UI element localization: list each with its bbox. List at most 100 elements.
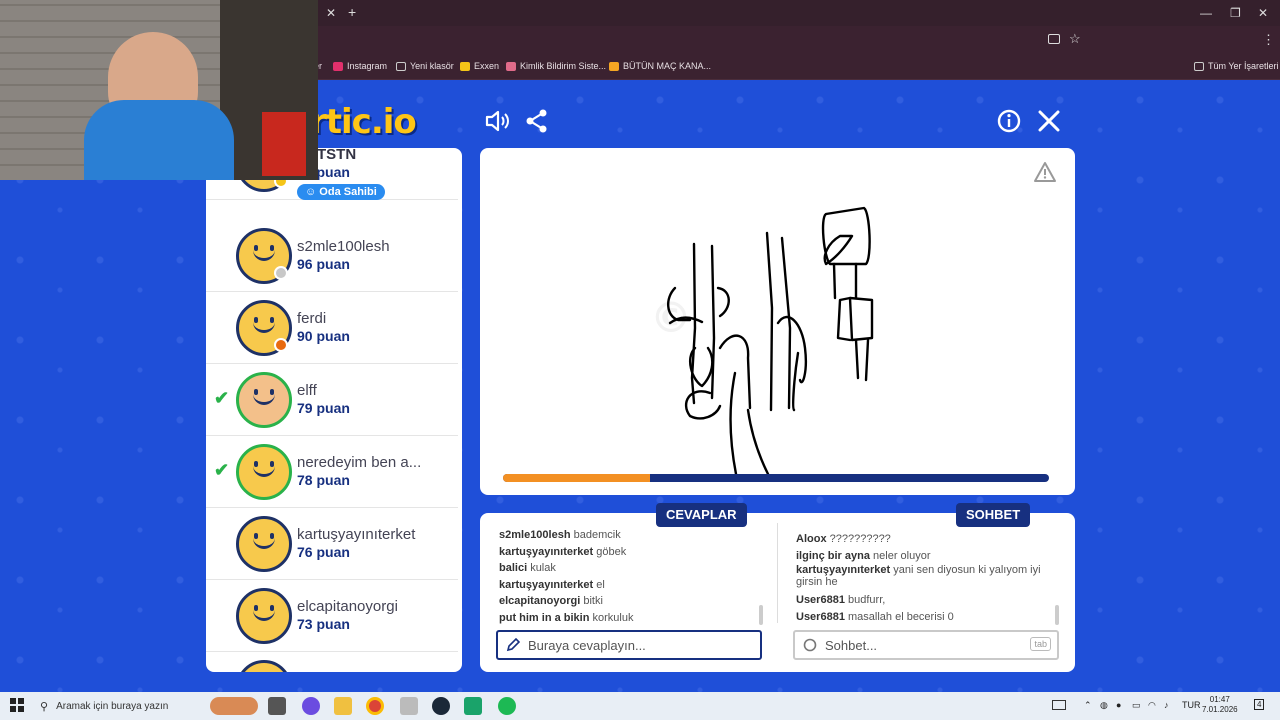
answers-list: s2mle100lesh bademcik kartuşyayınıterket… — [499, 527, 769, 626]
player-row[interactable] — [206, 652, 458, 672]
taskbar-search[interactable]: ⚲ Aramak için buraya yazın — [34, 694, 206, 718]
spotify-icon[interactable] — [498, 697, 516, 715]
bookmark-item-folder[interactable]: Yeni klasör — [396, 61, 454, 71]
player-row[interactable]: kartuşyayınıterket 76 puan — [206, 508, 458, 580]
notification-icon[interactable]: 4 — [1254, 699, 1265, 710]
player-name: kartuşyayınıterket — [297, 526, 416, 543]
player-score: 96 puan — [297, 256, 350, 272]
player-name: s2mle100lesh — [297, 238, 390, 255]
user-drawing — [667, 206, 874, 476]
chat-bubble-icon — [803, 638, 817, 652]
tray-icon[interactable] — [1052, 700, 1066, 710]
bookmark-label: Instagram — [347, 61, 388, 71]
player-row[interactable]: elcapitanoyorgi 73 puan — [206, 580, 458, 652]
player-score: 90 puan — [297, 328, 350, 344]
copilot-icon[interactable] — [302, 697, 320, 715]
drawing-canvas: © — [480, 148, 1075, 495]
tab-answers[interactable]: CEVAPLAR — [656, 503, 747, 527]
flag — [262, 112, 306, 176]
clock-date: 7.01.2026 — [1202, 705, 1238, 714]
new-tab-icon[interactable]: + — [348, 4, 356, 20]
answer-user: balici — [499, 562, 528, 574]
bookmark-item-exxen[interactable]: Exxen — [460, 61, 499, 71]
mic-icon[interactable]: ● — [1116, 700, 1121, 710]
share-icon[interactable] — [524, 108, 550, 134]
steam-icon[interactable] — [432, 697, 450, 715]
search-icon: ⚲ — [40, 700, 49, 713]
instagram-icon — [333, 61, 343, 71]
answer-text: bademcik — [573, 529, 621, 541]
answers-chat-panel: CEVAPLAR SOHBET s2mle100lesh bademcik ka… — [480, 503, 1075, 672]
battery-icon[interactable]: ▭ — [1132, 700, 1141, 711]
taskbar: ⚲ Aramak için buraya yazın ⌃ ◍ ● ▭ ◠ ♪ T… — [0, 692, 1280, 720]
pencil-icon — [506, 638, 520, 652]
bookmark-item-kimlik[interactable]: Kimlik Bildirim Siste... — [506, 61, 606, 71]
player-name: ferdi — [297, 310, 327, 327]
minimize-icon[interactable]: — — [1200, 6, 1212, 20]
answers-scrollbar[interactable] — [759, 605, 763, 625]
player-name: elcapitanoyorgi — [297, 598, 398, 615]
player-row[interactable]: ✔ elff 79 puan — [206, 364, 458, 436]
pen-icon — [506, 61, 516, 71]
volume-icon[interactable]: ♪ — [1164, 700, 1169, 710]
list-item: kartuşyayınıterket el — [499, 577, 769, 594]
widget-icon[interactable] — [210, 697, 258, 715]
answer-placeholder: Buraya cevaplayın... — [528, 637, 646, 653]
window-close-icon[interactable]: ✕ — [1258, 6, 1268, 20]
network-icon[interactable]: ◠ — [1148, 700, 1156, 711]
chat-text: neler oluyor — [873, 549, 931, 562]
round-timer-fill — [503, 474, 651, 482]
player-name: neredeyim ben a... — [297, 454, 422, 471]
chat-scrollbar[interactable] — [1055, 605, 1059, 625]
list-item: balici kulak — [499, 560, 769, 577]
bookmark-label: Exxen — [474, 61, 500, 71]
list-item: put him in a bikin korkuluk — [499, 610, 769, 627]
bookmark-star-icon[interactable]: ☆ — [1069, 31, 1081, 47]
round-timer-bar — [503, 474, 1049, 482]
answer-input[interactable]: Buraya cevaplayın... — [496, 630, 762, 660]
clock[interactable]: 01:47 7.01.2026 — [1202, 695, 1238, 715]
tab-chat[interactable]: SOHBET — [956, 503, 1031, 527]
bookmark-item-mac[interactable]: BÜTÜN MAÇ KANA... — [609, 61, 711, 71]
tray-chevron-icon[interactable]: ⌃ — [1084, 700, 1092, 711]
windows-start-icon[interactable] — [10, 698, 24, 712]
chat-text: masallah el becerisi 0 — [848, 610, 954, 623]
player-row[interactable]: s2mle100lesh 96 puan — [206, 220, 458, 292]
list-item: kartuşyayınıterket yani sen diyosun ki y… — [796, 564, 1056, 588]
install-icon[interactable] — [1048, 34, 1060, 44]
chrome-icon[interactable] — [366, 697, 384, 715]
bookmark-label: BÜTÜN MAÇ KANA... — [623, 61, 712, 71]
player-row[interactable]: ✔ neredeyim ben a... 78 puan — [206, 436, 458, 508]
owner-badge-label: Oda Sahibi — [319, 186, 377, 198]
close-icon[interactable] — [1036, 108, 1062, 134]
restore-icon[interactable]: ❐ — [1230, 6, 1241, 20]
chat-user: kartuşyayınıterket — [796, 564, 891, 576]
file-explorer-icon[interactable] — [334, 697, 352, 715]
answer-user: kartuşyayınıterket — [499, 578, 594, 591]
tray-icon[interactable]: ◍ — [1100, 700, 1108, 711]
menu-icon[interactable]: ⋮ — [1262, 32, 1275, 48]
list-item: elcapitanoyorgi bitki — [499, 593, 769, 610]
player-list: ZNTSTN 99 puan ☺ Oda Sahibi s2mle100lesh… — [206, 148, 462, 672]
info-icon[interactable] — [996, 108, 1022, 134]
player-row[interactable]: ferdi 90 puan — [206, 292, 458, 364]
answer-user: s2mle100lesh — [499, 529, 571, 541]
avatar — [236, 372, 292, 428]
player-score: 79 puan — [297, 400, 350, 416]
webcam-overlay — [0, 0, 318, 180]
list-item: kartuşyayınıterket göbek — [499, 544, 769, 561]
clock-time: 01:47 — [1209, 695, 1230, 704]
chat-input[interactable]: Sohbet... tab — [793, 630, 1059, 660]
answer-user: kartuşyayınıterket — [499, 545, 594, 558]
app-icon[interactable] — [400, 697, 418, 715]
task-view-icon[interactable] — [268, 697, 286, 715]
language-indicator[interactable]: TUR — [1182, 700, 1201, 710]
all-bookmarks[interactable]: Tüm Yer İşaretleri — [1194, 61, 1279, 71]
tab-close-icon[interactable]: ✕ — [326, 6, 336, 20]
chat-user: Aloox — [796, 533, 827, 545]
chat-user: User6881 — [796, 610, 845, 623]
chat-list: Aloox ?????????? ilginç bir ayna neler o… — [796, 531, 1056, 625]
sound-icon[interactable] — [484, 108, 510, 134]
app-icon[interactable] — [464, 697, 482, 715]
bookmark-item-instagram[interactable]: Instagram — [333, 61, 387, 71]
